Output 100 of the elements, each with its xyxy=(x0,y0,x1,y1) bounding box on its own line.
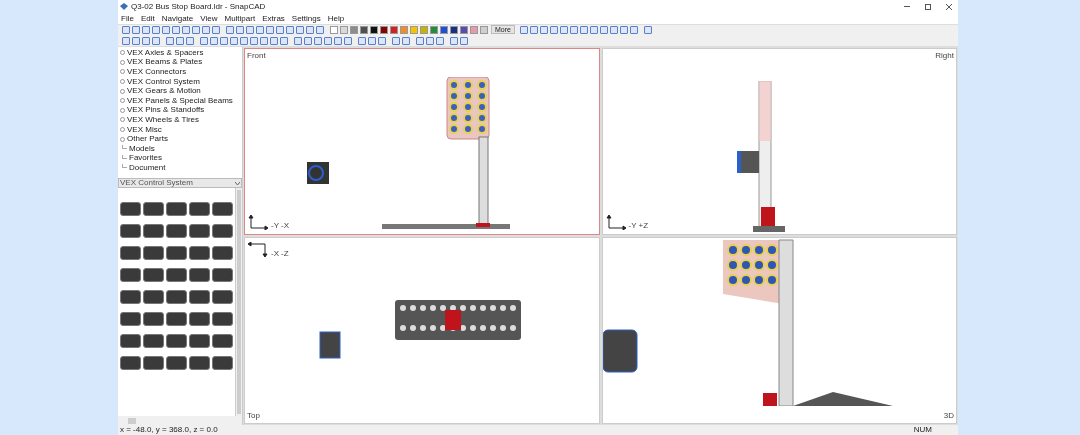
part-thumbnail[interactable] xyxy=(143,202,164,216)
part-thumbnail[interactable] xyxy=(166,268,187,282)
part-thumbnail[interactable] xyxy=(166,356,187,370)
color-swatch[interactable] xyxy=(440,25,448,34)
color-swatch[interactable] xyxy=(400,25,408,34)
tree-item[interactable]: VEX Beams & Plates xyxy=(127,58,203,67)
tree-item[interactable]: VEX Misc xyxy=(127,125,162,134)
tree-item[interactable]: Other Parts xyxy=(127,135,168,144)
menu-item[interactable]: Navigate xyxy=(161,12,194,25)
part-thumbnail[interactable] xyxy=(212,356,233,370)
coordinates-readout: x = -48.0, y = 368.0, z = 0.0 xyxy=(120,426,218,434)
viewport[interactable]: -X -Z Top xyxy=(244,237,600,424)
part-thumbnail[interactable] xyxy=(120,246,141,260)
viewport-label: Top xyxy=(247,410,260,422)
menu-item[interactable]: File xyxy=(121,12,134,25)
color-swatch[interactable] xyxy=(470,25,478,34)
part-thumbnail[interactable] xyxy=(212,268,233,282)
tree-item[interactable]: Favorites xyxy=(129,154,162,163)
part-thumbnail[interactable] xyxy=(189,312,210,326)
part-thumbnail[interactable] xyxy=(120,290,141,304)
part-thumbnail[interactable] xyxy=(166,224,187,238)
part-thumbnail[interactable] xyxy=(143,246,164,260)
part-thumbnail[interactable] xyxy=(189,224,210,238)
color-swatch[interactable] xyxy=(330,25,338,34)
part-thumbnail[interactable] xyxy=(212,290,233,304)
part-thumbnail[interactable] xyxy=(189,202,210,216)
menu-item[interactable]: Multipart xyxy=(224,12,256,25)
part-thumbnail[interactable] xyxy=(120,312,141,326)
menu-item[interactable]: View xyxy=(200,12,218,25)
tree-line xyxy=(122,154,127,159)
close-icon[interactable] xyxy=(946,3,952,10)
tree-item[interactable]: Document xyxy=(129,163,166,172)
color-swatch[interactable] xyxy=(430,25,438,34)
app-icon xyxy=(120,3,128,10)
part-thumbnail[interactable] xyxy=(212,224,233,238)
viewport-label: 3D xyxy=(943,410,954,422)
color-swatch[interactable] xyxy=(460,25,468,34)
part-thumbnail[interactable] xyxy=(120,224,141,238)
color-swatch[interactable] xyxy=(340,25,348,34)
part-thumbnail[interactable] xyxy=(166,290,187,304)
color-swatch[interactable] xyxy=(360,25,368,34)
tree-item[interactable]: VEX Pins & Standoffs xyxy=(127,106,205,115)
part-thumbnail[interactable] xyxy=(143,290,164,304)
part-thumbnail[interactable] xyxy=(143,334,164,348)
viewport[interactable]: 3D xyxy=(601,237,957,424)
tree-item[interactable]: VEX Connectors xyxy=(127,68,187,76)
part-thumbnail[interactable] xyxy=(189,268,210,282)
chevron-icon xyxy=(235,181,240,185)
part-thumbnail[interactable] xyxy=(143,356,164,370)
part-thumbnail[interactable] xyxy=(166,202,187,216)
part-thumbnail[interactable] xyxy=(212,312,233,326)
maximize-icon[interactable] xyxy=(925,3,931,10)
part-thumbnail[interactable] xyxy=(120,268,141,282)
tree-item[interactable]: VEX Gears & Motion xyxy=(127,87,201,96)
part-thumbnail[interactable] xyxy=(120,334,141,348)
category-dropdown[interactable]: VEX Control System xyxy=(118,178,242,188)
color-swatch[interactable] xyxy=(370,25,378,34)
part-thumbnail[interactable] xyxy=(189,356,210,370)
axis-label: -Z xyxy=(281,250,289,258)
color-swatch[interactable] xyxy=(450,25,458,34)
axis-icon xyxy=(604,214,627,230)
viewport[interactable]: -Y -X Front xyxy=(244,48,600,235)
part-thumbnail[interactable] xyxy=(212,202,233,216)
horizontal-scrollbar[interactable] xyxy=(118,416,242,425)
menu-item[interactable]: Edit xyxy=(140,12,155,25)
part-drawing xyxy=(307,162,329,184)
viewport[interactable]: -Y +Z Right xyxy=(601,48,957,235)
tree-item[interactable]: VEX Control System xyxy=(127,77,200,86)
menu-item[interactable]: Extras xyxy=(262,12,285,25)
tree-item[interactable]: VEX Wheels & Tires xyxy=(127,115,200,124)
axis-label: -X xyxy=(281,222,289,230)
color-swatch[interactable] xyxy=(390,25,398,34)
part-thumbnail[interactable] xyxy=(143,268,164,282)
tree-item[interactable]: Models xyxy=(129,144,155,153)
menu-item[interactable]: Help xyxy=(327,12,345,25)
part-thumbnail[interactable] xyxy=(143,312,164,326)
color-swatch[interactable] xyxy=(350,25,358,34)
part-thumbnail[interactable] xyxy=(212,334,233,348)
tree-item[interactable]: VEX Axles & Spacers xyxy=(127,48,204,57)
menu-item[interactable]: Settings xyxy=(291,12,321,25)
part-thumbnail[interactable] xyxy=(120,356,141,370)
axis-label: -X xyxy=(271,250,279,258)
tree-line xyxy=(122,164,127,169)
part-thumbnail[interactable] xyxy=(166,246,187,260)
tree-line xyxy=(122,145,127,150)
color-swatch[interactable] xyxy=(480,25,488,34)
color-swatch[interactable] xyxy=(410,25,418,34)
tree-item[interactable]: VEX Panels & Special Beams xyxy=(127,96,233,105)
axis-icon xyxy=(247,242,269,258)
part-thumbnail[interactable] xyxy=(143,224,164,238)
color-swatch[interactable] xyxy=(420,25,428,34)
part-thumbnail[interactable] xyxy=(120,202,141,216)
part-thumbnail[interactable] xyxy=(166,312,187,326)
scrollbar[interactable] xyxy=(235,188,242,416)
part-thumbnail[interactable] xyxy=(189,246,210,260)
part-thumbnail[interactable] xyxy=(189,334,210,348)
part-thumbnail[interactable] xyxy=(189,290,210,304)
part-thumbnail[interactable] xyxy=(166,334,187,348)
part-thumbnail[interactable] xyxy=(212,246,233,260)
color-swatch[interactable] xyxy=(380,25,388,34)
